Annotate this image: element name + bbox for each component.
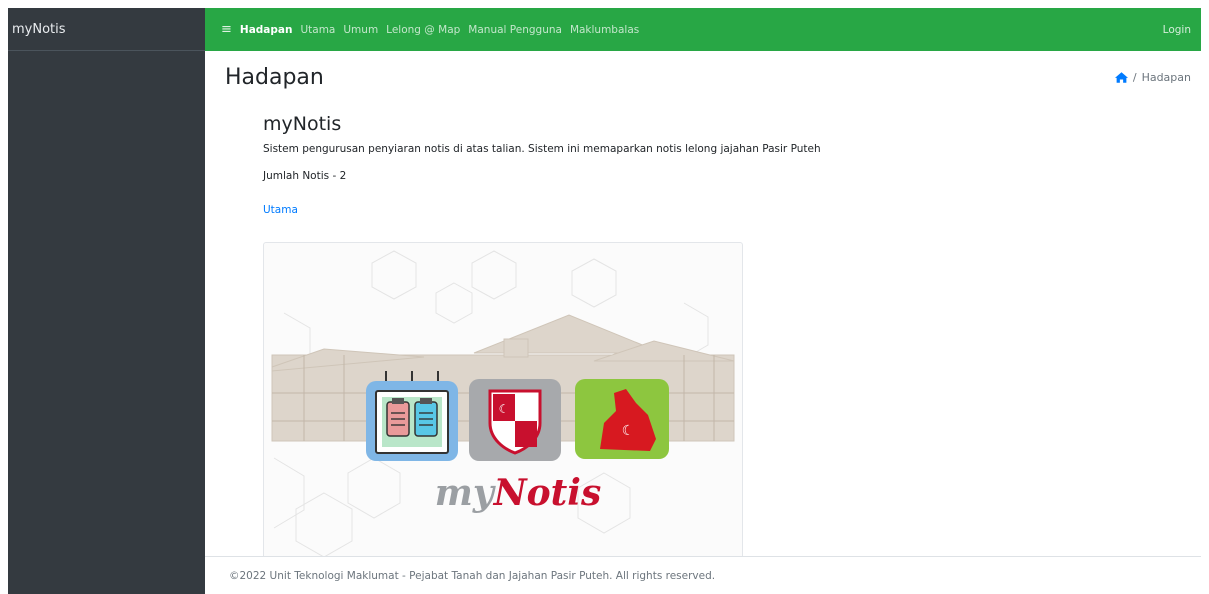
svg-text:☾: ☾ xyxy=(622,423,635,439)
section-heading: myNotis xyxy=(263,113,342,135)
home-icon[interactable] xyxy=(1114,72,1128,83)
footer-copyright: ©2022 Unit Teknologi Maklumat - Pejabat … xyxy=(229,569,716,582)
breadcrumb-current: Hadapan xyxy=(1141,71,1191,84)
sidebar: myNotis xyxy=(8,8,205,594)
nav-link-manual-pengguna[interactable]: Manual Pengguna xyxy=(468,24,562,36)
description-text: Sistem pengurusan penyiaran notis di ata… xyxy=(263,143,821,155)
nav-link-hadapan[interactable]: Hadapan xyxy=(240,24,293,36)
brand-link[interactable]: myNotis xyxy=(8,8,205,51)
breadcrumb-separator: / xyxy=(1132,71,1137,84)
nav-link-utama[interactable]: Utama xyxy=(300,24,335,36)
main-content: Hadapan / Hadapan myNotis Sistem penguru… xyxy=(205,51,1201,564)
utama-link[interactable]: Utama xyxy=(263,204,298,216)
footer: ©2022 Unit Teknologi Maklumat - Pejabat … xyxy=(205,556,1201,594)
nav-link-umum[interactable]: Umum xyxy=(343,24,378,36)
mynotis-logo-image: ☾ ☾ myNotis xyxy=(263,242,743,564)
svg-text:☾: ☾ xyxy=(499,402,510,416)
login-link[interactable]: Login xyxy=(1163,24,1191,36)
intro-section: myNotis Sistem pengurusan penyiaran noti… xyxy=(263,113,1163,217)
app-frame: myNotis ≡ Hadapan Utama Umum Lelong @ Ma… xyxy=(8,8,1201,594)
svg-text:myNotis: myNotis xyxy=(435,472,602,514)
top-navbar: ≡ Hadapan Utama Umum Lelong @ Map Manual… xyxy=(205,8,1201,51)
notice-count: Jumlah Notis - 2 xyxy=(263,170,347,182)
nav-link-lelong-map[interactable]: Lelong @ Map xyxy=(386,24,460,36)
page-title: Hadapan xyxy=(225,65,324,90)
nav-link-maklumbalas[interactable]: Maklumbalas xyxy=(570,24,639,36)
breadcrumb: / Hadapan xyxy=(1114,71,1191,84)
hamburger-menu-icon[interactable]: ≡ xyxy=(221,22,232,37)
